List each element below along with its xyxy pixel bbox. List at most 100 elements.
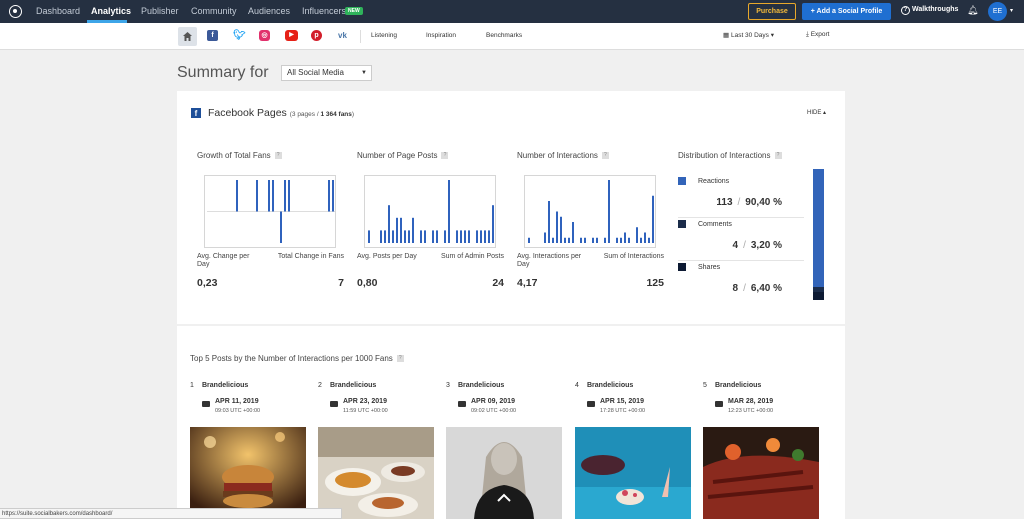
chart-bar[interactable] xyxy=(392,230,394,243)
post-page-name[interactable]: Brandelicious xyxy=(458,382,504,389)
chart-bar[interactable] xyxy=(620,237,622,243)
post-image-burger[interactable] xyxy=(190,427,306,519)
bell-icon[interactable]: 🔔︎ xyxy=(967,5,978,16)
chart-bar[interactable] xyxy=(268,180,270,212)
chart-bar[interactable] xyxy=(384,230,386,243)
chart-bar[interactable] xyxy=(288,180,290,212)
post-page-name[interactable]: Brandelicious xyxy=(715,382,761,389)
chart-bar[interactable] xyxy=(564,237,566,243)
chart-bar[interactable] xyxy=(616,237,618,243)
home-button[interactable] xyxy=(178,27,197,46)
chart-bar[interactable] xyxy=(328,180,330,212)
chart-bar[interactable] xyxy=(284,180,286,212)
chart-bar[interactable] xyxy=(584,237,586,243)
hide-button[interactable]: HIDE ▴ xyxy=(807,109,826,116)
socialbakers-logo-icon[interactable] xyxy=(9,5,22,18)
nav-publisher[interactable]: Publisher xyxy=(141,6,179,16)
post-page-name[interactable]: Brandelicious xyxy=(330,382,376,389)
social-network-select[interactable]: All Social Media ▼ xyxy=(281,65,372,81)
chart-bar[interactable] xyxy=(400,217,402,243)
chart-bar[interactable] xyxy=(628,237,630,243)
chart-bar[interactable] xyxy=(544,232,546,244)
tab-inspiration[interactable]: Inspiration xyxy=(426,32,456,39)
chart-bar[interactable] xyxy=(448,180,450,243)
chevron-down-icon[interactable]: ▾ xyxy=(1010,7,1013,14)
chart-bar[interactable] xyxy=(644,232,646,244)
chart-bar[interactable] xyxy=(436,230,438,243)
chart-bar[interactable] xyxy=(256,180,258,212)
twitter-icon[interactable]: 🐦︎ xyxy=(233,30,246,41)
chart-bar[interactable] xyxy=(460,230,462,243)
post-page-name[interactable]: Brandelicious xyxy=(202,382,248,389)
chart-bar[interactable] xyxy=(548,201,550,243)
avatar[interactable]: EE xyxy=(988,2,1007,21)
chart-bar[interactable] xyxy=(456,230,458,243)
chart-bar[interactable] xyxy=(608,180,610,243)
nav-community[interactable]: Community xyxy=(191,6,237,16)
help-icon[interactable]: ? xyxy=(601,152,609,160)
chart-bar[interactable] xyxy=(396,217,398,243)
help-icon[interactable]: ? xyxy=(774,152,782,160)
chart-bar[interactable] xyxy=(424,230,426,243)
chart-bar[interactable] xyxy=(380,230,382,243)
chart-bar[interactable] xyxy=(580,237,582,243)
chart-bar[interactable] xyxy=(280,211,282,244)
export-button[interactable]: ⤓ Export xyxy=(806,31,829,39)
chart-bar[interactable] xyxy=(408,230,410,243)
purchase-button[interactable]: Purchase xyxy=(748,3,796,20)
help-icon[interactable]: ? xyxy=(396,355,404,363)
chart-bar[interactable] xyxy=(420,230,422,243)
facebook-icon[interactable]: f xyxy=(207,30,218,41)
chart-bar[interactable] xyxy=(596,237,598,243)
nav-analytics[interactable]: Analytics xyxy=(91,6,131,16)
chart-bar[interactable] xyxy=(652,195,654,243)
chart-bar[interactable] xyxy=(412,217,414,243)
chart-bar[interactable] xyxy=(480,230,482,243)
chart-bar[interactable] xyxy=(604,237,606,243)
chart-bar[interactable] xyxy=(332,180,334,212)
chart-bar[interactable] xyxy=(568,237,570,243)
chart-bar[interactable] xyxy=(528,237,530,243)
chart-bar[interactable] xyxy=(648,237,650,243)
post-page-name[interactable]: Brandelicious xyxy=(587,382,633,389)
help-icon[interactable]: ? xyxy=(441,152,449,160)
chart-bar[interactable] xyxy=(464,230,466,243)
chart-bar[interactable] xyxy=(492,205,494,243)
nav-audiences[interactable]: Audiences xyxy=(248,6,290,16)
chart-bar[interactable] xyxy=(488,230,490,243)
help-icon[interactable]: ? xyxy=(274,152,282,160)
post-image-portrait[interactable] xyxy=(446,427,562,519)
chart-bar[interactable] xyxy=(592,237,594,243)
instagram-icon[interactable]: ◎ xyxy=(259,30,270,41)
chart-bar[interactable] xyxy=(468,230,470,243)
post-image-steak[interactable] xyxy=(703,427,819,519)
chart-bar[interactable] xyxy=(272,180,274,212)
chart-bar[interactable] xyxy=(572,222,574,243)
youtube-icon[interactable]: ▶ xyxy=(285,30,298,41)
chart-bar[interactable] xyxy=(432,230,434,243)
chart-bar[interactable] xyxy=(388,205,390,243)
chart-bar[interactable] xyxy=(404,230,406,243)
walkthroughs-button[interactable]: ? Walkthroughs xyxy=(901,6,958,15)
chart-bar[interactable] xyxy=(484,230,486,243)
post-image-table[interactable] xyxy=(318,427,434,519)
chart-bar[interactable] xyxy=(556,211,558,244)
chart-bar[interactable] xyxy=(624,232,626,244)
vk-icon[interactable]: vk xyxy=(337,30,348,41)
add-social-profile-button[interactable]: + Add a Social Profile xyxy=(802,3,891,20)
chart-bar[interactable] xyxy=(476,230,478,243)
chart-bar[interactable] xyxy=(236,180,238,212)
pinterest-icon[interactable]: p xyxy=(311,30,322,41)
post-image-dessert[interactable] xyxy=(575,427,691,519)
chart-bar[interactable] xyxy=(560,216,562,243)
date-range-picker[interactable]: ▦ Last 30 Days ▾ xyxy=(723,31,774,39)
chart-bar[interactable] xyxy=(636,227,638,243)
tab-listening[interactable]: Listening xyxy=(371,32,397,39)
chart-bar[interactable] xyxy=(368,230,370,243)
nav-dashboard[interactable]: Dashboard xyxy=(36,6,80,16)
tab-benchmarks[interactable]: Benchmarks xyxy=(486,32,522,39)
nav-influencers[interactable]: Influencers xyxy=(302,6,346,16)
chart-bar[interactable] xyxy=(640,237,642,243)
chart-bar[interactable] xyxy=(444,230,446,243)
chart-bar[interactable] xyxy=(552,237,554,243)
